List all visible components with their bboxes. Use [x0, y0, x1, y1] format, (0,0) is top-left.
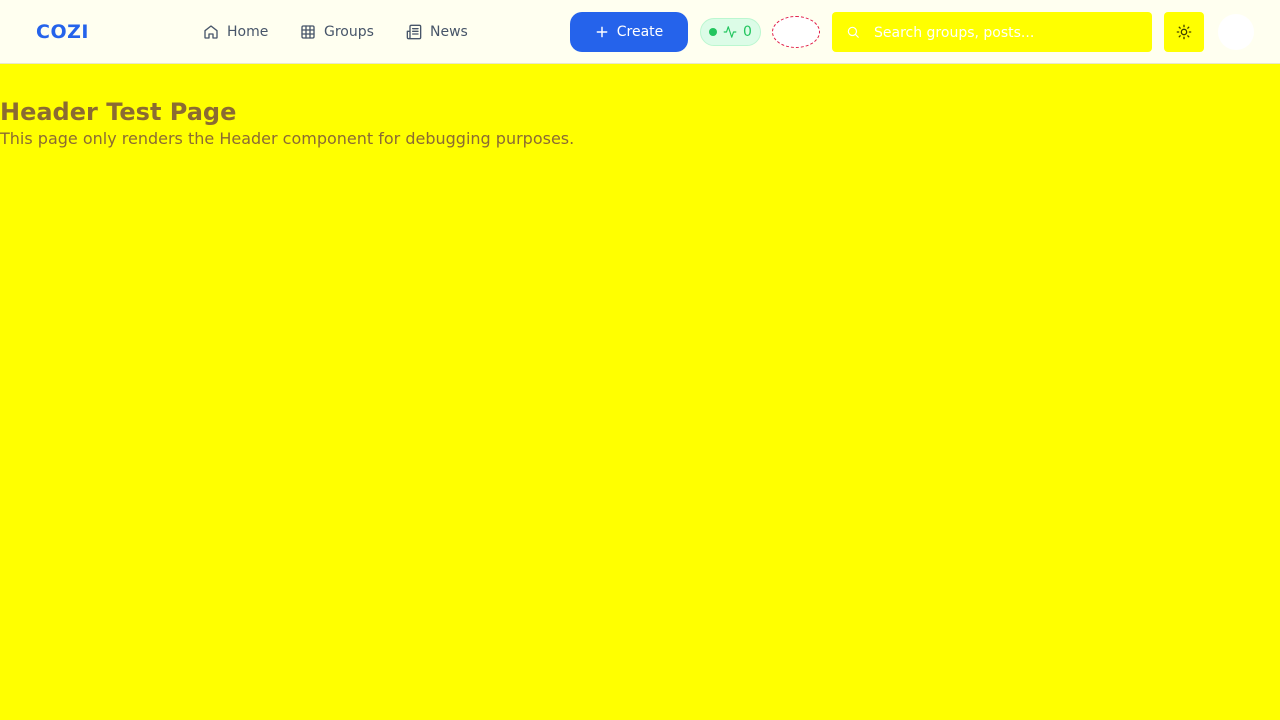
status-dot — [709, 28, 717, 36]
nav-groups-label: Groups — [324, 24, 374, 40]
nav-home[interactable]: Home — [203, 20, 268, 44]
header: COZI Home Groups News Create 0 Search gr… — [0, 0, 1280, 64]
nav-home-label: Home — [227, 24, 269, 40]
nav-news-label: News — [430, 24, 468, 40]
main-content: Header Test Page This page only renders … — [0, 96, 574, 150]
plus-icon — [596, 26, 608, 38]
search-input[interactable] — [872, 12, 1146, 54]
search-icon — [847, 26, 859, 38]
page-description: This page only renders the Header compon… — [0, 129, 575, 148]
avatar[interactable] — [1218, 14, 1254, 50]
newspaper-icon — [406, 24, 422, 40]
logo[interactable]: COZI — [36, 20, 89, 44]
create-button[interactable]: Create — [570, 12, 688, 52]
nav-groups[interactable]: Groups — [300, 20, 374, 44]
sun-icon — [1176, 24, 1192, 40]
activity-count: 0 — [743, 24, 752, 40]
theme-toggle-button[interactable] — [1164, 12, 1204, 52]
activity-badge[interactable]: 0 — [700, 18, 761, 46]
search-box — [832, 12, 1152, 54]
activity-icon — [723, 26, 737, 38]
loading-ring — [772, 16, 820, 48]
create-button-label: Create — [616, 24, 664, 40]
nav-news[interactable]: News — [406, 20, 468, 44]
grid-icon — [301, 25, 315, 39]
page-title: Header Test Page — [0, 98, 237, 126]
home-icon — [204, 25, 218, 39]
